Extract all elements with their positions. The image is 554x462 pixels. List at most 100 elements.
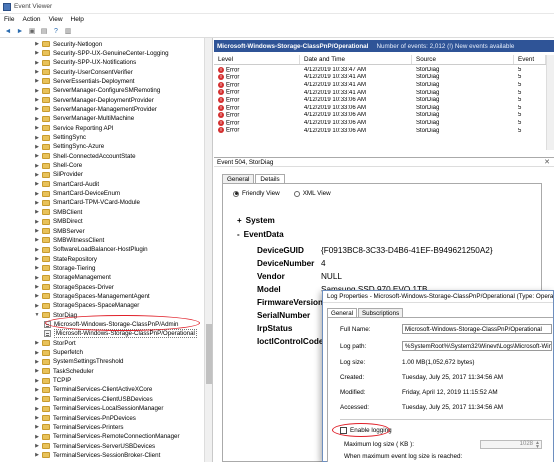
tab-general[interactable]: General bbox=[222, 174, 255, 183]
expand-chevron-icon[interactable]: ▶ bbox=[34, 247, 40, 253]
properties-icon[interactable]: ▤ bbox=[39, 27, 49, 36]
expand-chevron-icon[interactable]: ▶ bbox=[34, 265, 40, 271]
menu-action[interactable]: Action bbox=[22, 16, 40, 23]
tree-item[interactable]: ▶ SmartCard-TPM-VCard-Module bbox=[34, 199, 140, 207]
tree-item[interactable]: ▶ TerminalServices-PnPDevices bbox=[34, 414, 136, 422]
tree-item[interactable]: ▶ SoftwareLoadBalancer-HostPlugin bbox=[34, 246, 148, 254]
tree-item[interactable]: ▶ Security-UserConsentVerifier bbox=[34, 68, 133, 76]
help-icon[interactable]: ? bbox=[51, 27, 61, 36]
max-size-stepper[interactable]: 1028 ▲ ▼ bbox=[480, 440, 542, 450]
tree-item[interactable]: ▶ TaskScheduler bbox=[34, 367, 94, 375]
tree-item[interactable]: Microsoft-Windows-Storage-ClassPnP/Opera… bbox=[44, 329, 197, 339]
section-eventdata[interactable]: - EventData bbox=[237, 230, 284, 239]
tree-item[interactable]: ▶ ServerManager-ConfigureSMRemoting bbox=[34, 87, 160, 95]
event-row[interactable]: ! Error 4/12/2019 10:33:47 AM StorDiag 5 bbox=[214, 66, 546, 74]
tree-item[interactable]: ▶ StorageSpaces-SpaceManager bbox=[34, 302, 139, 310]
expand-chevron-icon[interactable]: ▶ bbox=[34, 172, 40, 178]
expand-chevron-icon[interactable]: ▶ bbox=[34, 293, 40, 299]
xml-view-radio[interactable] bbox=[293, 190, 300, 197]
tree-item[interactable]: ▶ Superfetch bbox=[34, 349, 83, 357]
tree-item[interactable]: ▶ SmartCard-Audit bbox=[34, 180, 99, 188]
collapse-minus-icon[interactable]: - bbox=[237, 230, 240, 239]
collapse-chevron-icon[interactable]: ▼ bbox=[34, 312, 40, 318]
tab-details[interactable]: Details bbox=[255, 174, 285, 183]
expand-chevron-icon[interactable]: ▶ bbox=[34, 88, 40, 94]
tree-item[interactable]: ▶ StorPort bbox=[34, 339, 76, 347]
expand-chevron-icon[interactable]: ▶ bbox=[34, 78, 40, 84]
expand-chevron-icon[interactable]: ▶ bbox=[34, 60, 40, 66]
tree-item[interactable]: ▶ TerminalServices-RemoteConnectionManage… bbox=[34, 433, 180, 441]
friendly-view-option[interactable]: Friendly View bbox=[233, 190, 280, 197]
tree-item[interactable]: ▶ StorageSpaces-Driver bbox=[34, 283, 114, 291]
expand-chevron-icon[interactable]: ▶ bbox=[34, 256, 40, 262]
expand-chevron-icon[interactable]: ▶ bbox=[34, 275, 40, 281]
expand-chevron-icon[interactable]: ▶ bbox=[34, 181, 40, 187]
tree-item[interactable]: ▶ Security-SPP-UX-Notifications bbox=[34, 59, 136, 67]
tree-item[interactable]: ▶ StorageManagement bbox=[34, 274, 111, 282]
expand-chevron-icon[interactable]: ▶ bbox=[34, 163, 40, 169]
tree-item[interactable]: ▶ SMBClient bbox=[34, 208, 82, 216]
event-row[interactable]: ! Error 4/12/2019 10:33:41 AM StorDiag 5 bbox=[214, 81, 546, 89]
xml-view-option[interactable]: XML View bbox=[293, 190, 331, 197]
event-row[interactable]: ! Error 4/12/2019 10:33:06 AM StorDiag 5 bbox=[214, 119, 546, 127]
expand-chevron-icon[interactable]: ▶ bbox=[34, 284, 40, 290]
spinner-arrows-icon[interactable]: ▲ ▼ bbox=[535, 441, 540, 450]
expand-chevron-icon[interactable]: ▶ bbox=[34, 424, 40, 430]
dialog-tab-subscriptions[interactable]: Subscriptions bbox=[358, 308, 404, 317]
expand-chevron-icon[interactable]: ▶ bbox=[34, 228, 40, 234]
expand-chevron-icon[interactable]: ▶ bbox=[34, 434, 40, 440]
expand-chevron-icon[interactable]: ▶ bbox=[34, 106, 40, 112]
event-row[interactable]: ! Error 4/12/2019 10:33:06 AM StorDiag 5 bbox=[214, 127, 546, 135]
tree-item[interactable]: ▶ SMBServer bbox=[34, 227, 85, 235]
expand-chevron-icon[interactable]: ▶ bbox=[34, 359, 40, 365]
tree-item[interactable]: ▶ SystemSettingsThreshold bbox=[34, 358, 123, 366]
expand-chevron-icon[interactable]: ▶ bbox=[34, 97, 40, 103]
expand-chevron-icon[interactable]: ▶ bbox=[34, 378, 40, 384]
expand-chevron-icon[interactable]: ▶ bbox=[34, 340, 40, 346]
back-icon[interactable]: ◄ bbox=[3, 27, 13, 36]
tree-item[interactable]: ▶ ServerManager-ManagementProvider bbox=[34, 105, 157, 113]
tree-item[interactable]: ▶ SilProvider bbox=[34, 171, 83, 179]
tree-item[interactable]: ▶ TerminalServices-ClientUSBDevices bbox=[34, 395, 153, 403]
tree-item[interactable]: ▶ TCPIP bbox=[34, 377, 71, 385]
tree-item[interactable]: ▶ Shell-Core bbox=[34, 162, 82, 170]
grid-scrollbar[interactable] bbox=[546, 55, 554, 150]
section-system[interactable]: + System bbox=[237, 216, 275, 225]
forward-icon[interactable]: ► bbox=[15, 27, 25, 36]
tree-item[interactable]: ▶ Security-SPP-UX-GenuineCenter-Logging bbox=[34, 49, 169, 57]
col-date[interactable]: Date and Time bbox=[300, 55, 412, 64]
expand-chevron-icon[interactable]: ▶ bbox=[34, 237, 40, 243]
expand-chevron-icon[interactable]: ▶ bbox=[34, 406, 40, 412]
tree-item[interactable]: ▶ Storage-Tiering bbox=[34, 264, 95, 272]
menu-file[interactable]: File bbox=[4, 16, 14, 23]
tree-item[interactable]: ▶ StorageSpaces-ManagementAgent bbox=[34, 292, 150, 300]
tree-item[interactable]: ▶ ServerManager-MultiMachine bbox=[34, 115, 134, 123]
up-folder-icon[interactable]: ▣ bbox=[27, 27, 37, 36]
expand-chevron-icon[interactable]: ▶ bbox=[34, 191, 40, 197]
expand-chevron-icon[interactable]: ▶ bbox=[34, 116, 40, 122]
close-icon[interactable]: ✕ bbox=[544, 158, 550, 166]
tree-item[interactable]: ▶ SettingSync bbox=[34, 134, 86, 142]
tree-item[interactable]: ▶ ServerManager-DeploymentProvider bbox=[34, 96, 154, 104]
expand-chevron-icon[interactable]: ▶ bbox=[34, 41, 40, 47]
log-tree[interactable]: ▶ Security-Netlogon ▶ Security-SPP-UX-Genui… bbox=[0, 38, 213, 462]
event-row[interactable]: ! Error 4/12/2019 10:33:06 AM StorDiag 5 bbox=[214, 104, 546, 112]
full-name-field[interactable]: Microsoft-Windows-Storage-ClassPnP/Opera… bbox=[402, 324, 552, 334]
tree-item[interactable]: ▶ SMBDirect bbox=[34, 218, 83, 226]
event-row[interactable]: ! Error 4/12/2019 10:33:06 AM StorDiag 5 bbox=[214, 96, 546, 104]
expand-chevron-icon[interactable]: ▶ bbox=[34, 209, 40, 215]
dialog-tab-general[interactable]: General bbox=[327, 308, 358, 317]
expand-chevron-icon[interactable]: ▶ bbox=[34, 303, 40, 309]
expand-chevron-icon[interactable]: ▶ bbox=[34, 387, 40, 393]
tree-scrollbar[interactable] bbox=[204, 38, 212, 462]
menu-view[interactable]: View bbox=[49, 16, 63, 23]
expand-chevron-icon[interactable]: ▶ bbox=[34, 219, 40, 225]
menu-help[interactable]: Help bbox=[71, 16, 84, 23]
expand-chevron-icon[interactable]: ▶ bbox=[34, 69, 40, 75]
show-hide-pane-icon[interactable]: ▥ bbox=[63, 27, 73, 36]
expand-plus-icon[interactable]: + bbox=[237, 216, 242, 225]
expand-chevron-icon[interactable]: ▶ bbox=[34, 368, 40, 374]
expand-chevron-icon[interactable]: ▶ bbox=[34, 350, 40, 356]
tree-item[interactable]: ▶ ServerEssentials-Deployment bbox=[34, 77, 134, 85]
col-event[interactable]: Event bbox=[514, 55, 546, 64]
